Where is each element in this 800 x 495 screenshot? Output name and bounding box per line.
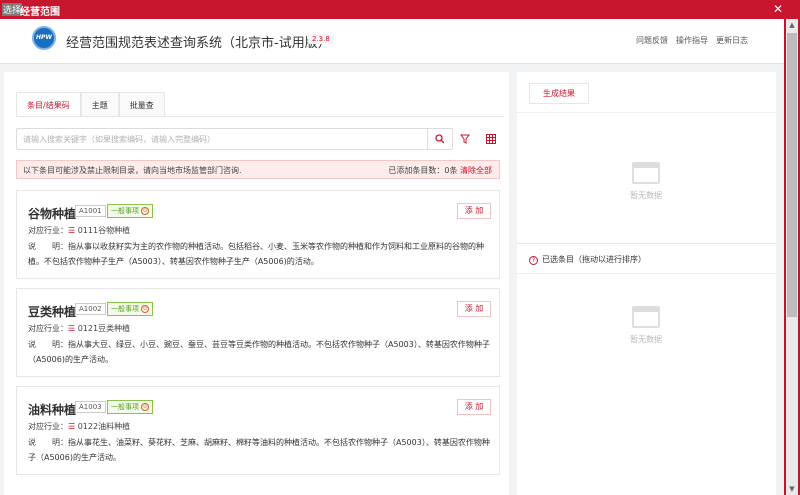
item-code: A1002: [75, 303, 106, 315]
industry-value: 0122油料种植: [77, 422, 131, 431]
notice-bar: 以下条目可能涉及禁止限制目录，请向当地市场监管部门咨询. 已添加条目数：0条 清…: [16, 160, 500, 179]
selected-divider: [517, 273, 776, 274]
tab-batch[interactable]: 批量查: [118, 92, 165, 117]
selected-header: ? 已选条目（拖动以进行排序）: [529, 254, 646, 265]
item-tag: 一般事项 ⊙: [107, 400, 153, 414]
logo: HPW: [32, 26, 56, 50]
list-icon: ☰: [68, 324, 76, 333]
info-icon[interactable]: ⊙: [141, 207, 149, 215]
add-button[interactable]: 添 加: [457, 301, 491, 317]
app-header: HPW 经营范围规范表述查询系统（北京市-试用版） 2.3.8 问题反馈 操作指…: [0, 19, 784, 64]
clear-all-link[interactable]: 清除全部: [460, 166, 492, 175]
result-panel: 生成结果 暂无数据: [517, 72, 776, 244]
item-name: 油料种植: [28, 403, 77, 417]
guide-link[interactable]: 操作指导: [676, 35, 708, 46]
search-input[interactable]: 请输入搜索关键字（如果搜索编码，请输入完整编码）: [16, 128, 453, 150]
feedback-link[interactable]: 问题反馈: [636, 35, 668, 46]
item-tag: 一般事项 ⊙: [107, 204, 153, 218]
grid-button[interactable]: [482, 130, 500, 148]
empty-text: 暂无数据: [630, 191, 662, 200]
item-industry: 对应行业：☰ 0121豆类种植: [28, 323, 130, 334]
selection-tag: 选择: [2, 3, 23, 16]
item-industry: 对应行业：☰ 0111谷物种植: [28, 225, 130, 236]
scroll-down-icon[interactable]: ▼: [786, 483, 798, 495]
result-divider: [517, 112, 776, 113]
info-icon[interactable]: ⊙: [141, 305, 149, 313]
close-icon[interactable]: ✕: [773, 2, 783, 16]
scroll-up-icon[interactable]: ▲: [786, 19, 798, 31]
tab-bar: 条目/结果码 主题 批量查: [16, 92, 165, 117]
list-item: 油料种植 A1003 一般事项 ⊙ 添 加 对应行业：☰ 0122油料种植 说 明…: [16, 386, 500, 475]
list-icon: ☰: [68, 422, 76, 431]
industry-value: 0121豆类种植: [77, 324, 131, 333]
desc-label: 说 明：: [28, 242, 68, 251]
item-name: 谷物种植: [28, 207, 77, 221]
item-industry: 对应行业：☰ 0122油料种植: [28, 421, 130, 432]
grid-icon: [486, 134, 496, 144]
tab-code[interactable]: 条目/结果码: [16, 92, 81, 117]
desc-label: 说 明：: [28, 438, 68, 447]
help-icon[interactable]: ?: [529, 256, 538, 265]
add-button[interactable]: 添 加: [457, 399, 491, 415]
generate-result-button[interactable]: 生成结果: [529, 83, 589, 104]
added-count-label: 已添加条目数：0条: [388, 166, 458, 175]
selected-title: 已选条目（拖动以进行排序）: [542, 255, 646, 264]
selected-panel: ? 已选条目（拖动以进行排序） 暂无数据: [517, 243, 776, 495]
item-tag-label: 一般事项: [111, 207, 139, 215]
list-icon: ☰: [68, 226, 76, 235]
search-button[interactable]: [427, 129, 452, 149]
item-code: A1003: [75, 401, 106, 413]
industry-label: 对应行业：: [28, 324, 68, 333]
item-code: A1001: [75, 205, 106, 217]
list-item: 谷物种植 A1001 一般事项 ⊙ 添 加 对应行业：☰ 0111谷物种植 说 明…: [16, 190, 500, 279]
empty-box-icon: [632, 306, 660, 328]
item-description: 说 明：指从事以收获籽实为主的农作物的种植活动。包括稻谷、小麦、玉米等农作物的种…: [28, 239, 490, 269]
notice-warning: 以下条目可能涉及禁止限制目录，请向当地市场监管部门咨询.: [23, 166, 242, 175]
industry-label: 对应行业：: [28, 422, 68, 431]
item-tag-label: 一般事项: [111, 305, 139, 313]
filter-button[interactable]: [456, 130, 474, 148]
result-list: 谷物种植 A1001 一般事项 ⊙ 添 加 对应行业：☰ 0111谷物种植 说 明…: [16, 190, 500, 484]
filter-icon: [460, 134, 470, 144]
item-name: 豆类种植: [28, 305, 77, 319]
logo-text: HPW: [35, 34, 53, 41]
search-icon: [435, 134, 445, 144]
add-button[interactable]: 添 加: [457, 203, 491, 219]
desc-label: 说 明：: [28, 340, 68, 349]
tab-topic[interactable]: 主题: [80, 92, 119, 117]
changelog-link[interactable]: 更新日志: [716, 35, 748, 46]
search-placeholder: 请输入搜索关键字（如果搜索编码，请输入完整编码）: [23, 135, 215, 144]
tab-divider: [16, 116, 504, 117]
empty-box-icon: [632, 162, 660, 184]
scroll-thumb[interactable]: [787, 33, 797, 317]
added-count: 已添加条目数：0条 清除全部: [388, 165, 492, 176]
empty-state: 暂无数据: [606, 306, 686, 345]
industry-value: 0111谷物种植: [77, 226, 131, 235]
industry-label: 对应行业：: [28, 226, 68, 235]
app-window: HPW 经营范围规范表述查询系统（北京市-试用版） 2.3.8 问题反馈 操作指…: [0, 19, 784, 495]
top-nav: 问题反馈 操作指导 更新日志: [636, 35, 748, 46]
item-tag-label: 一般事项: [111, 403, 139, 411]
window-title: 经营范围: [20, 7, 60, 18]
desc-text: 指从事以收获籽实为主的农作物的种植活动。包括稻谷、小麦、玉米等农作物的种植和作为…: [28, 242, 484, 266]
version-badge: 2.3.8: [308, 34, 334, 44]
item-tag: 一般事项 ⊙: [107, 302, 153, 316]
app-title: 经营范围规范表述查询系统（北京市-试用版）: [66, 36, 331, 51]
info-icon[interactable]: ⊙: [141, 403, 149, 411]
list-item: 豆类种植 A1002 一般事项 ⊙ 添 加 对应行业：☰ 0121豆类种植 说 明…: [16, 288, 500, 377]
scrollbar[interactable]: ▲ ▼: [784, 19, 800, 495]
window-title-bar: 选择 经营范围 ✕: [0, 0, 800, 19]
item-description: 说 明：指从事花生、油菜籽、葵花籽、芝麻、胡麻籽、棉籽等油料的种植活动。不包括农…: [28, 435, 490, 465]
empty-state: 暂无数据: [606, 162, 686, 201]
search-panel: 条目/结果码 主题 批量查 请输入搜索关键字（如果搜索编码，请输入完整编码） 以…: [4, 72, 509, 495]
item-description: 说 明：指从事大豆、绿豆、小豆、豌豆、蚕豆、芸豆等豆类作物的种植活动。不包括农作…: [28, 337, 490, 367]
desc-text: 指从事花生、油菜籽、葵花籽、芝麻、胡麻籽、棉籽等油料的种植活动。不包括农作物种子…: [28, 438, 490, 462]
desc-text: 指从事大豆、绿豆、小豆、豌豆、蚕豆、芸豆等豆类作物的种植活动。不包括农作物种子（…: [28, 340, 490, 364]
empty-text: 暂无数据: [630, 335, 662, 344]
